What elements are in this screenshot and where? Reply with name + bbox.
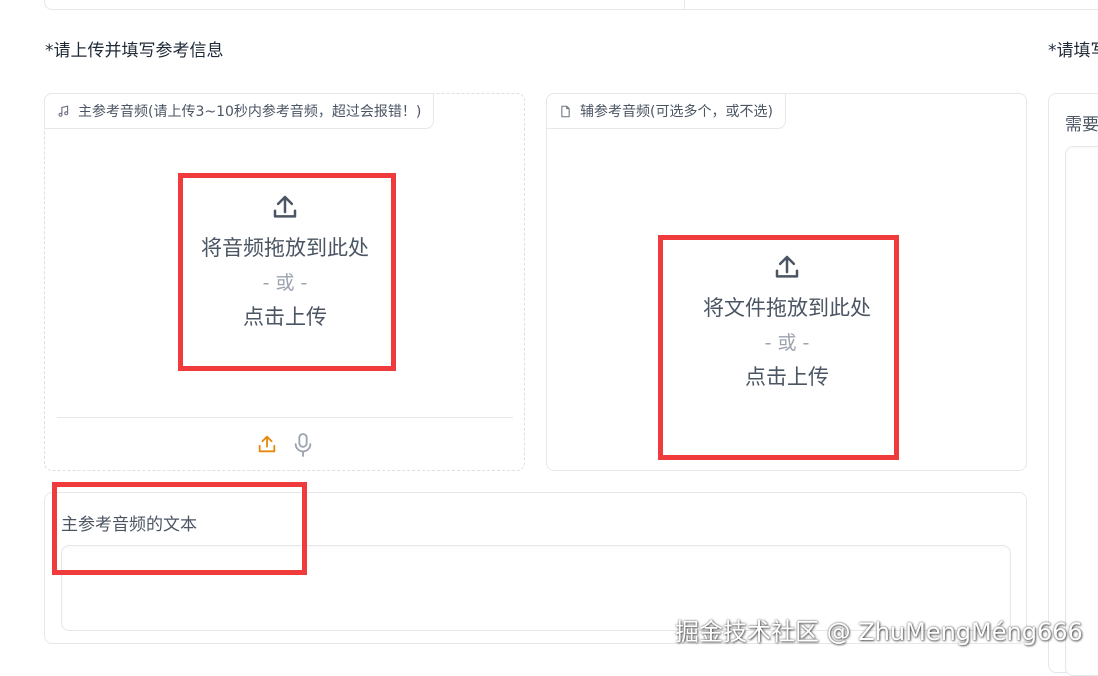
file-icon: [561, 105, 570, 117]
highlight-main-dropzone: [178, 173, 396, 371]
right-panel: 需要: [1048, 93, 1098, 676]
left-section-title: *请上传并填写参考信息: [45, 41, 224, 61]
aux-audio-tag-label: 辅参考音频(可选多个，或不选): [580, 104, 773, 120]
highlight-ref-text-label: [52, 482, 307, 575]
microphone-icon[interactable]: [292, 432, 314, 458]
main-audio-tag-label: 主参考音频(请上传3~10秒内参考音频，超过会报错！): [78, 104, 422, 120]
main-audio-tag: 主参考音频(请上传3~10秒内参考音频，超过会报错！): [44, 93, 435, 129]
right-panel-label: 需要: [1065, 115, 1098, 135]
top-card-edge: [44, 0, 1098, 10]
top-card-divider: [684, 0, 685, 9]
music-note-icon: [58, 105, 69, 117]
aux-audio-tag: 辅参考音频(可选多个，或不选): [546, 93, 786, 129]
right-panel-textarea[interactable]: [1065, 146, 1098, 676]
main-audio-divider: [57, 417, 513, 418]
upload-icon[interactable]: [256, 433, 278, 455]
right-section-title: *请填写: [1048, 41, 1098, 61]
highlight-aux-dropzone: [658, 235, 899, 460]
watermark: 掘金技术社区 @ ZhuMengMéng666: [675, 618, 1083, 646]
